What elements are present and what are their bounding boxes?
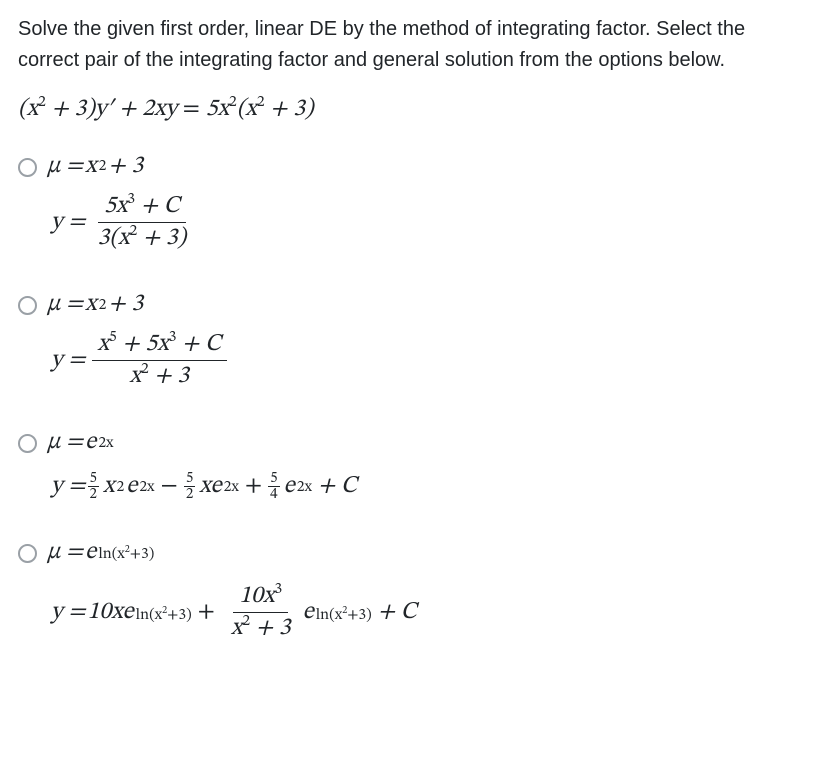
radio-icon[interactable] <box>18 544 37 563</box>
option-2-mu: μ = x2 + 3 <box>47 290 231 319</box>
equation: (x2 + 3)y′ + 2xy = 5x2(x2 + 3) <box>18 94 802 124</box>
fraction: 10x3 x2 + 3 <box>225 581 297 644</box>
option-4[interactable]: μ = eln(x2+3) y = 10xeln(x2+3) + 10x3 x2… <box>18 538 802 644</box>
fraction: 5x3 + C 3(x2 + 3) <box>92 191 193 254</box>
option-1-mu: μ = x2 + 3 <box>47 152 196 181</box>
small-fraction: 52 <box>184 471 195 502</box>
question-line-1: Solve the given first order, linear DE b… <box>18 18 745 40</box>
small-fraction: 52 <box>88 471 99 502</box>
radio-icon[interactable] <box>18 434 37 453</box>
radio-icon[interactable] <box>18 296 37 315</box>
option-2-y: y = x5 + 5x3 + C x2 + 3 <box>47 329 231 392</box>
small-fraction: 54 <box>268 471 279 502</box>
option-4-mu: μ = eln(x2+3) <box>47 538 421 567</box>
fraction: x5 + 5x3 + C x2 + 3 <box>92 329 228 392</box>
option-4-y: y = 10xeln(x2+3) + 10x3 x2 + 3 eln(x2+3)… <box>47 581 421 644</box>
question-line-2: correct pair of the integrating factor a… <box>18 49 725 71</box>
option-3[interactable]: μ = e2x y = 52 x2e2x − 52 xe2x + 54 e2x … <box>18 428 802 502</box>
option-1[interactable]: μ = x2 + 3 y = 5x3 + C 3(x2 + 3) <box>18 152 802 254</box>
option-2[interactable]: μ = x2 + 3 y = x5 + 5x3 + C x2 + 3 <box>18 290 802 392</box>
option-4-body: μ = eln(x2+3) y = 10xeln(x2+3) + 10x3 x2… <box>47 538 421 644</box>
option-2-body: μ = x2 + 3 y = x5 + 5x3 + C x2 + 3 <box>47 290 231 392</box>
radio-icon[interactable] <box>18 158 37 177</box>
option-3-mu: μ = e2x <box>47 428 361 457</box>
option-1-body: μ = x2 + 3 y = 5x3 + C 3(x2 + 3) <box>47 152 196 254</box>
option-3-body: μ = e2x y = 52 x2e2x − 52 xe2x + 54 e2x … <box>47 428 361 502</box>
options-group: μ = x2 + 3 y = 5x3 + C 3(x2 + 3) μ = x2 … <box>18 152 802 644</box>
option-3-y: y = 52 x2e2x − 52 xe2x + 54 e2x + C <box>47 471 361 502</box>
option-1-y: y = 5x3 + C 3(x2 + 3) <box>47 191 196 254</box>
question-text: Solve the given first order, linear DE b… <box>18 14 802 76</box>
